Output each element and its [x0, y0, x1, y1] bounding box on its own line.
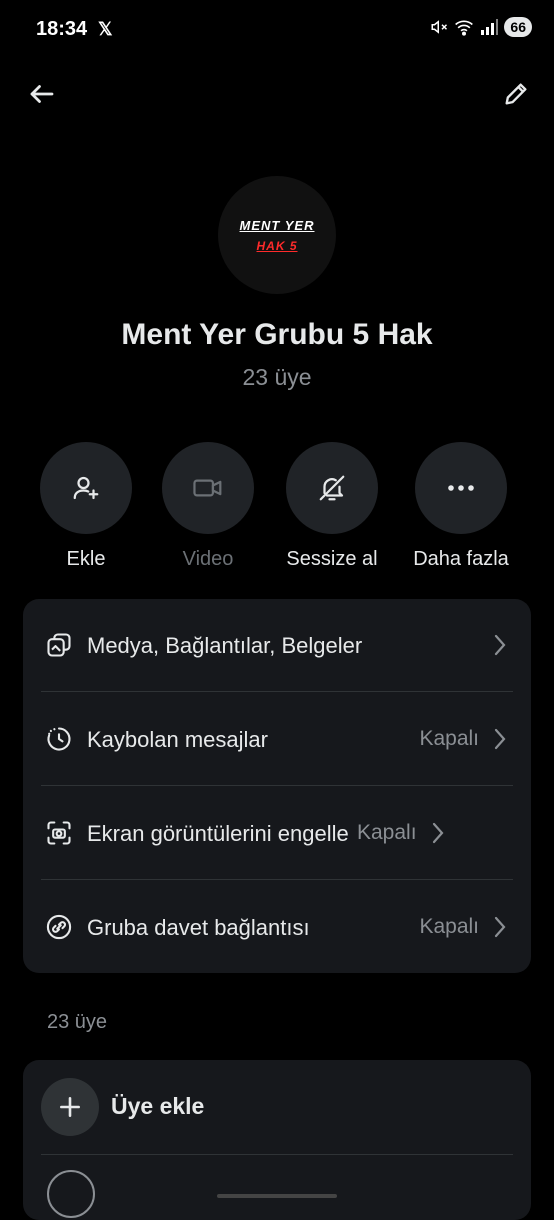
disappearing-messages-value: Kapalı [419, 727, 479, 750]
plus-icon [60, 1097, 80, 1117]
mute-action[interactable]: Sessize al [262, 442, 402, 571]
block-screenshots-row[interactable]: Ekran görüntülerini engelle Kapalı [23, 787, 531, 879]
chevron-right-icon [493, 633, 507, 657]
edit-button[interactable] [498, 76, 534, 112]
settings-card: Medya, Bağlantılar, Belgeler Kaybolan me… [23, 599, 531, 973]
more-icon [448, 485, 474, 491]
add-member-action[interactable]: Ekle [16, 442, 156, 571]
invite-link-row[interactable]: Gruba davet bağlantısı Kapalı [23, 881, 531, 973]
divider [41, 1154, 513, 1155]
add-user-icon [73, 476, 99, 500]
chevron-right-icon [493, 915, 507, 939]
status-icons: 66 [430, 17, 532, 37]
invite-link-value: Kapalı [419, 915, 479, 938]
chevron-right-icon [493, 727, 507, 751]
chevron-right-icon [431, 821, 445, 845]
block-screenshots-label: Ekran görüntülerini engelle [87, 820, 349, 846]
screenshot-icon [39, 819, 79, 847]
divider [41, 691, 513, 692]
add-member-button[interactable] [41, 1078, 99, 1136]
mute-action-label: Sessize al [286, 548, 378, 570]
avatar-text-line1: MENT YER [239, 217, 315, 233]
bell-off-icon [319, 475, 345, 501]
home-indicator[interactable] [217, 1194, 337, 1198]
back-button[interactable] [24, 76, 60, 112]
avatar-text-line2: HAK 5 [256, 238, 298, 253]
media-links-docs-label: Medya, Bağlantılar, Belgeler [87, 632, 363, 658]
media-icon [39, 631, 79, 659]
members-section-label: 23 üye [47, 1011, 108, 1033]
video-icon [193, 479, 222, 497]
add-action-circle[interactable] [40, 442, 132, 534]
mute-action-circle[interactable] [286, 442, 378, 534]
disappearing-messages-row[interactable]: Kaybolan mesajlar Kapalı [23, 693, 531, 785]
x-app-icon: 𝕏 [98, 19, 113, 39]
add-action-label: Ekle [66, 548, 106, 570]
status-time: 18:34 [36, 18, 88, 40]
block-screenshots-value: Kapalı [357, 821, 417, 844]
link-icon [39, 913, 79, 941]
video-action[interactable]: Video [138, 442, 278, 571]
divider [41, 879, 513, 880]
divider [41, 785, 513, 786]
disappearing-messages-label: Kaybolan mesajlar [87, 726, 268, 752]
wifi-icon [455, 20, 474, 36]
battery-indicator: 66 [504, 17, 532, 37]
more-action-circle[interactable] [415, 442, 507, 534]
more-action-label: Daha fazla [413, 548, 509, 570]
signal-icon [481, 19, 499, 35]
mute-icon [431, 20, 448, 34]
more-action[interactable]: Daha fazla [391, 442, 531, 571]
arrow-left-icon [30, 85, 54, 103]
group-title: Ment Yer Grubu 5 Hak [121, 318, 433, 351]
media-links-docs-row[interactable]: Medya, Bağlantılar, Belgeler [23, 599, 531, 691]
add-member-label[interactable]: Üye ekle [111, 1093, 204, 1120]
member-count: 23 üye [242, 364, 312, 390]
pencil-icon [505, 83, 527, 105]
member-avatar[interactable] [47, 1170, 95, 1218]
group-avatar[interactable]: MENT YER HAK 5 [218, 176, 336, 294]
invite-link-label: Gruba davet bağlantısı [87, 914, 310, 940]
video-action-label: Video [182, 548, 234, 570]
video-action-circle[interactable] [162, 442, 254, 534]
timer-icon [39, 725, 79, 753]
